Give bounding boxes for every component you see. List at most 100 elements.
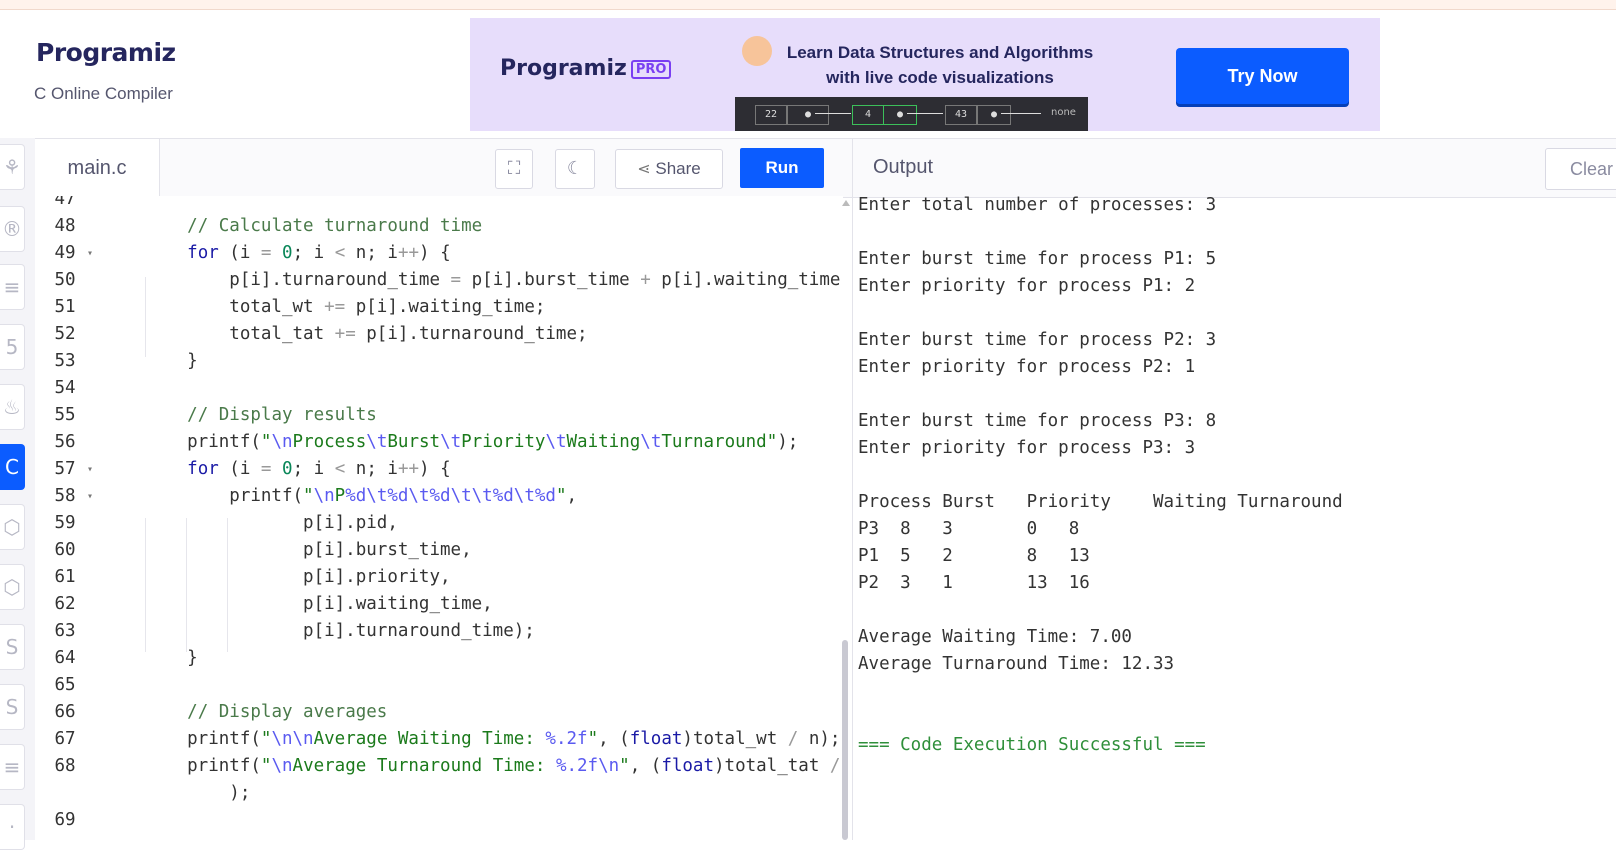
- tab-main-c[interactable]: main.c: [35, 139, 160, 198]
- code-text: p[i].priority,: [145, 567, 451, 587]
- line-number: 54: [54, 378, 76, 398]
- share-label: Share: [655, 159, 701, 178]
- code-line: 67 printf("\n\nAverage Waiting Time: %.2…: [35, 726, 843, 753]
- csharp-icon[interactable]: ⬡: [0, 564, 25, 610]
- code-line: 47: [35, 196, 843, 213]
- fold-arrow-icon[interactable]: ▾: [87, 456, 93, 483]
- promo-banner[interactable]: Programiz PRO Learn Data Structures and A…: [470, 18, 1380, 131]
- output-line: Enter total number of processes: 3: [858, 195, 1217, 215]
- code-line: 57 ▾ for (i = 0; i < n; i++) {: [35, 456, 843, 483]
- r-icon[interactable]: ®: [0, 206, 25, 252]
- line-number: 60: [54, 540, 76, 560]
- css-icon[interactable]: ≡: [0, 744, 25, 790]
- share-button[interactable]: ⋖ Share: [615, 149, 723, 189]
- output-title: Output: [873, 156, 934, 178]
- code-text: }: [145, 648, 198, 668]
- code-line: 59 p[i].pid,: [35, 510, 843, 537]
- line-number: 56: [54, 432, 76, 452]
- code-line: 49 ▾ for (i = 0; i < n; i++) {: [35, 240, 843, 267]
- cpp-icon[interactable]: ⬡: [0, 504, 25, 550]
- code-text: p[i].pid,: [145, 513, 398, 533]
- banner-logo: Programiz PRO: [500, 56, 672, 81]
- line-number: 65: [54, 675, 76, 695]
- output-line: Enter priority for process P2: 1: [858, 357, 1196, 377]
- code-line: 62 p[i].waiting_time,: [35, 591, 843, 618]
- line-number: 50: [54, 270, 76, 290]
- editor-scrollbar[interactable]: [842, 640, 848, 840]
- output-line: Enter burst time for process P2: 3: [858, 330, 1217, 350]
- pro-badge: PRO: [630, 59, 672, 79]
- expand-icon: ⛶: [507, 158, 521, 179]
- line-number: 63: [54, 621, 76, 641]
- compiler-subtitle: C Online Compiler: [34, 84, 173, 103]
- try-now-button[interactable]: Try Now: [1176, 48, 1349, 104]
- code-line: 52 total_tat += p[i].turnaround_time;: [35, 321, 843, 348]
- list-arrow: [815, 113, 851, 114]
- line-number: 52: [54, 324, 76, 344]
- dark-mode-button[interactable]: ☾: [555, 149, 595, 189]
- c-language-icon[interactable]: C: [0, 444, 25, 490]
- fullscreen-button[interactable]: ⛶: [495, 149, 533, 189]
- code-line: 53 }: [35, 348, 843, 375]
- scroll-up-arrow-icon[interactable]: [842, 200, 850, 206]
- line-number: 53: [54, 351, 76, 371]
- code-line: 55 // Display results: [35, 402, 843, 429]
- output-line: Enter priority for process P1: 2: [858, 276, 1196, 296]
- share-icon: ⋖: [637, 161, 651, 178]
- list-node-pointer: ●: [977, 105, 1011, 125]
- code-editor[interactable]: 47 48 // Calculate turnaround time 49 ▾ f…: [35, 196, 843, 840]
- code-text: p[i].burst_time,: [145, 540, 472, 560]
- line-number: 66: [54, 702, 76, 722]
- more-languages-icon[interactable]: ·: [0, 804, 25, 850]
- moon-icon: ☾: [566, 158, 584, 179]
- javascript-icon[interactable]: S: [0, 624, 25, 670]
- execution-status: === Code Execution Successful ===: [858, 735, 1206, 755]
- code-line: 66 // Display averages: [35, 699, 843, 726]
- line-number: 55: [54, 405, 76, 425]
- line-number: 51: [54, 297, 76, 317]
- html-icon[interactable]: 5: [0, 324, 25, 370]
- output-line: Enter burst time for process P1: 5: [858, 249, 1217, 269]
- java-icon[interactable]: ♨: [0, 384, 25, 430]
- code-text: total_tat += p[i].turnaround_time;: [145, 324, 588, 344]
- line-number: 59: [54, 513, 76, 533]
- list-node-pointer: ●: [883, 105, 917, 125]
- clear-button[interactable]: Clear: [1545, 148, 1616, 190]
- line-number: 47: [54, 196, 76, 209]
- list-arrow: [907, 113, 943, 114]
- sql-icon[interactable]: ≡: [0, 264, 25, 310]
- python-icon[interactable]: ⚘: [0, 144, 25, 190]
- code-text: for (i = 0; i < n; i++) {: [187, 243, 451, 263]
- code-line: 65: [35, 672, 843, 699]
- banner-headline-line2: with live code visualizations: [826, 68, 1054, 87]
- programiz-logo[interactable]: Programiz: [36, 38, 176, 67]
- code-text: for (i = 0; i < n; i++) {: [187, 459, 451, 479]
- output-line: P1 5 2 8 13: [858, 546, 1090, 566]
- line-number: 48: [54, 216, 76, 236]
- top-strip: [0, 0, 1616, 10]
- banner-headline-line1: Learn Data Structures and Algorithms: [786, 43, 1094, 62]
- editor-toolbar: main.c ⛶ ☾ ⋖ Share Run: [35, 138, 1616, 198]
- code-text: // Display averages: [187, 702, 388, 722]
- code-text: printf("\nP%d\t%d\t%d\t\t%d\t%d",: [145, 486, 578, 506]
- line-number: 67: [54, 729, 76, 749]
- code-line: 58 ▾ printf("\nP%d\t%d\t%d\t\t%d\t%d",: [35, 483, 843, 510]
- fold-arrow-icon[interactable]: ▾: [87, 240, 93, 267]
- output-line: P2 3 1 13 16: [858, 573, 1090, 593]
- line-number: 62: [54, 594, 76, 614]
- output-console: Enter total number of processes: 3 Enter…: [858, 195, 1598, 840]
- run-button[interactable]: Run: [740, 148, 824, 188]
- fold-arrow-icon[interactable]: ▾: [87, 483, 93, 510]
- line-number: 69: [54, 810, 76, 830]
- typescript-icon[interactable]: S: [0, 684, 25, 730]
- line-number: 64: [54, 648, 76, 668]
- banner-logo-text: Programiz: [500, 56, 627, 81]
- code-text: p[i].waiting_time,: [145, 594, 493, 614]
- line-number: 61: [54, 567, 76, 587]
- list-node: 4: [852, 105, 884, 125]
- panel-divider[interactable]: [852, 138, 853, 840]
- output-line: Average Waiting Time: 7.00: [858, 627, 1132, 647]
- code-text: // Display results: [187, 405, 377, 425]
- linked-list-visualization: 22 ● 4 ● 43 ● none: [735, 97, 1088, 131]
- line-number: 58: [54, 486, 76, 506]
